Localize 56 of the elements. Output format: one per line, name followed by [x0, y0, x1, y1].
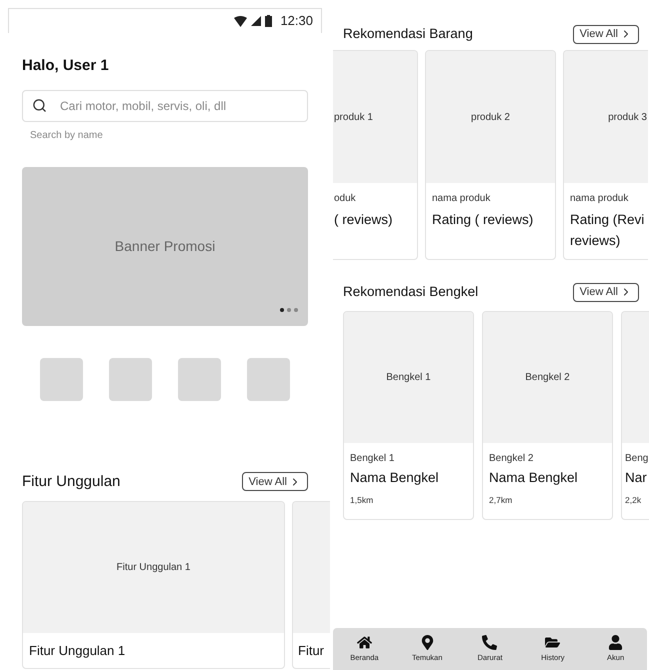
- greeting-title: Halo, User 1: [22, 56, 110, 76]
- workshop-distance: 1,5km: [350, 494, 374, 506]
- shortcut-tile[interactable]: [40, 358, 83, 400]
- image-label: Fitur Unggulan 1: [116, 561, 190, 575]
- workshop-label: Beng: [625, 452, 649, 466]
- helper-text: Search by name: [30, 128, 104, 142]
- folder-icon: [545, 634, 560, 650]
- product-rating: ( reviews): [334, 211, 394, 230]
- search-field[interactable]: Cari motor, mobil, servis, oli, dll: [22, 90, 308, 122]
- card-title: Fitur Unggulan 1: [29, 642, 126, 660]
- workshop-label: Bengkel 2: [489, 452, 534, 466]
- product-card[interactable]: produk 3 nama produk Rating (Revi reviews): [563, 50, 648, 260]
- product-name: nama produk: [570, 192, 630, 206]
- wifi-icon: [234, 16, 248, 26]
- workshop-name: Nama Bengkel: [350, 468, 440, 487]
- section-title: Rekomendasi Bengkel: [343, 283, 478, 302]
- product-rating: Rating (Revi reviews): [570, 211, 646, 250]
- view-all-button[interactable]: View All: [242, 472, 308, 492]
- workshop-name: Nar: [625, 468, 648, 486]
- status-time: 12:30: [280, 12, 313, 30]
- product-card[interactable]: produk 2 nama produk Rating ( reviews): [425, 50, 556, 260]
- workshop-label: Bengkel 1: [350, 452, 396, 466]
- image-label: produk 2: [471, 110, 510, 125]
- phone-icon: [482, 634, 498, 650]
- home-icon: [356, 634, 372, 650]
- product-rating: Rating ( reviews): [432, 211, 534, 230]
- section-title: Rekomendasi Barang: [343, 25, 473, 43]
- section-title: Fitur Unggulan: [22, 472, 120, 492]
- battery-icon: [265, 15, 272, 27]
- map-pin-icon: [420, 634, 435, 650]
- workshop-distance: 2,2k: [625, 494, 642, 506]
- product-name: nama produk: [432, 192, 492, 206]
- shortcut-tile[interactable]: [178, 358, 221, 400]
- search-icon: [32, 98, 47, 112]
- workshop-card[interactable]: Beng Nar 2,2k: [621, 310, 649, 520]
- signal-icon: [251, 16, 262, 26]
- image-label: produk 3: [608, 110, 647, 125]
- shortcut-tile[interactable]: [109, 358, 152, 400]
- image-label: Bengkel 2: [525, 370, 570, 384]
- banner-label: Banner Promosi: [114, 236, 216, 256]
- user-icon: [608, 634, 624, 650]
- product-card[interactable]: produk 1 oduk ( reviews): [333, 50, 418, 260]
- card-title: Fitur: [298, 642, 324, 660]
- image-label: Bengkel 1: [386, 370, 431, 384]
- product-name: oduk: [334, 192, 357, 206]
- workshop-card[interactable]: Bengkel 1 Bengkel 1 Nama Bengkel 1,5km: [343, 310, 474, 520]
- shortcut-tile[interactable]: [247, 358, 290, 400]
- image-label: produk 1: [334, 110, 373, 125]
- workshop-name: Nama Bengkel: [489, 468, 579, 487]
- feature-card[interactable]: Fitur: [292, 501, 330, 669]
- feature-card[interactable]: Fitur Unggulan 1 Fitur Unggulan 1: [22, 501, 285, 669]
- workshop-distance: 2,7km: [489, 494, 514, 506]
- view-all-button[interactable]: View All: [572, 24, 639, 44]
- workshop-card[interactable]: Bengkel 2 Bengkel 2 Nama Bengkel 2,7km: [482, 310, 613, 520]
- promo-banner[interactable]: Banner Promosi: [22, 166, 308, 326]
- view-all-button[interactable]: View All: [572, 282, 639, 302]
